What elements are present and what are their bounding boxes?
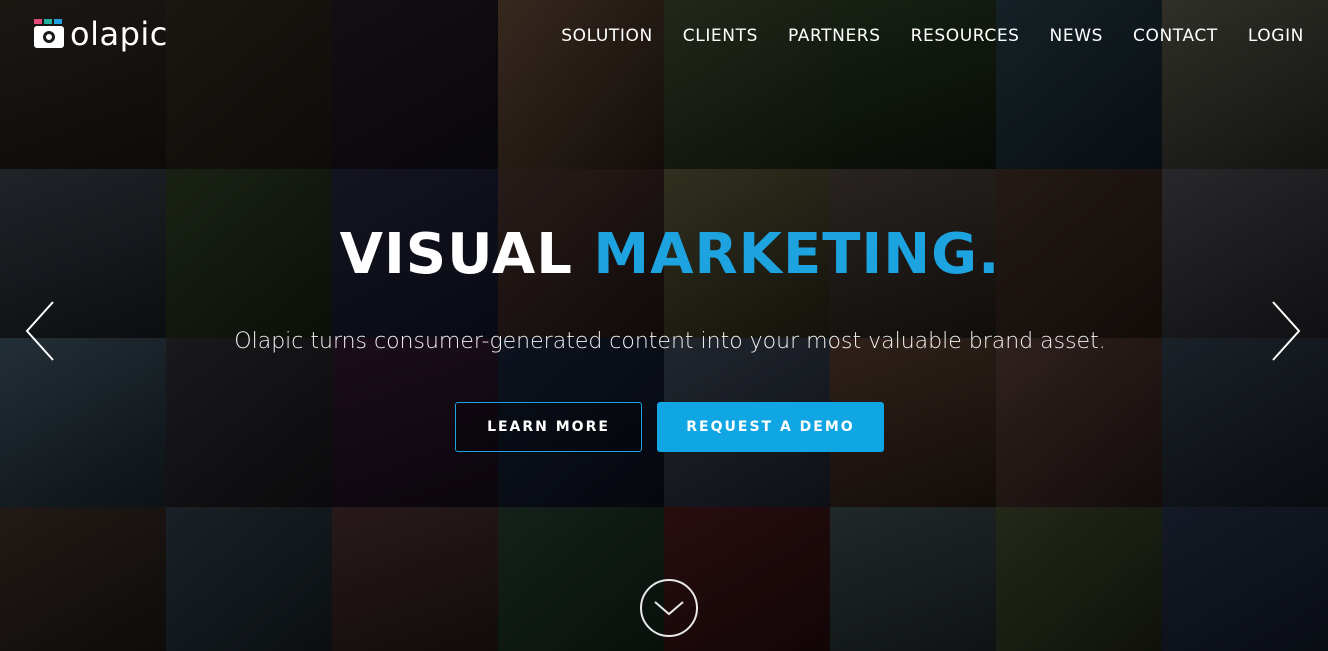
- learn-more-button[interactable]: LEARN MORE: [455, 402, 642, 452]
- carousel-next-button[interactable]: [1270, 300, 1302, 362]
- scroll-down-button[interactable]: [640, 579, 698, 637]
- nav-item-contact[interactable]: CONTACT: [1133, 26, 1218, 46]
- nav-item-login[interactable]: LOGIN: [1248, 26, 1304, 46]
- nav-item-partners[interactable]: PARTNERS: [788, 26, 881, 46]
- chevron-down-icon: [654, 601, 684, 616]
- hero-headline: VISUAL MARKETING.: [0, 222, 1328, 287]
- logo-wordmark: olapic: [70, 15, 168, 53]
- chevron-right-icon: [1272, 301, 1301, 361]
- main-nav: SOLUTION CLIENTS PARTNERS RESOURCES NEWS…: [561, 26, 1304, 46]
- nav-item-solution[interactable]: SOLUTION: [561, 26, 653, 46]
- nav-item-news[interactable]: NEWS: [1050, 26, 1103, 46]
- camera-icon: [34, 19, 64, 49]
- olapic-logo[interactable]: olapic: [34, 18, 168, 50]
- nav-item-resources[interactable]: RESOURCES: [911, 26, 1020, 46]
- nav-item-clients[interactable]: CLIENTS: [683, 26, 758, 46]
- request-demo-button[interactable]: REQUEST A DEMO: [657, 402, 884, 452]
- headline-white: VISUAL: [339, 222, 573, 287]
- chevron-left-icon: [25, 301, 54, 361]
- dark-overlay: [0, 0, 1328, 651]
- carousel-prev-button[interactable]: [24, 300, 56, 362]
- hero-subheadline: Olapic turns consumer-generated content …: [234, 329, 1106, 354]
- headline-accent: MARKETING.: [593, 222, 1001, 287]
